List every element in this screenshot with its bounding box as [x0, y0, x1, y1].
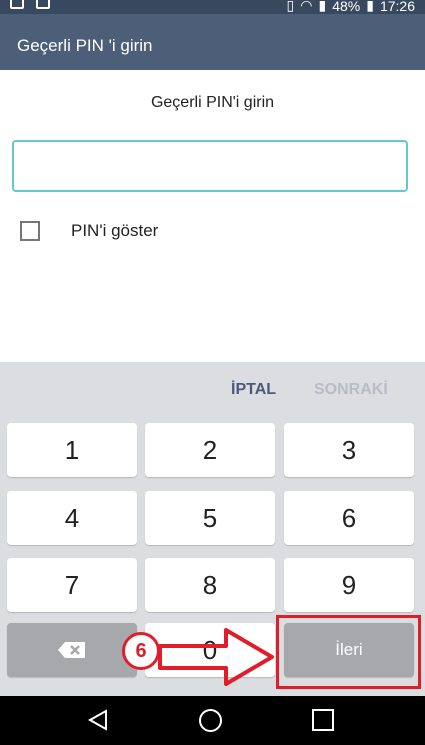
show-pin-option[interactable]: PIN'i göster: [20, 221, 158, 241]
next-button[interactable]: SONRAKİ: [314, 381, 388, 399]
arrow-right-icon: [158, 628, 274, 686]
show-pin-checkbox[interactable]: [20, 221, 40, 241]
backspace-icon: [58, 642, 85, 658]
cancel-button[interactable]: İPTAL: [231, 381, 276, 399]
key-4[interactable]: 4: [7, 491, 137, 545]
app-bar: Geçerli PIN 'i girin: [0, 14, 425, 70]
key-1[interactable]: 1: [7, 423, 137, 477]
status-right: ▯ ◠ ▮ 48% ▮ 17:26: [287, 0, 415, 14]
triangle-back-icon[interactable]: [86, 708, 110, 732]
backspace-key[interactable]: [7, 623, 137, 677]
key-6[interactable]: 6: [284, 491, 414, 545]
wifi-icon: ◠: [300, 0, 313, 13]
status-bar: ▯ ◠ ▮ 48% ▮ 17:26: [0, 0, 425, 14]
square-recent-icon[interactable]: [311, 708, 335, 732]
key-9[interactable]: 9: [284, 558, 414, 612]
signal-icon: ▮: [318, 0, 327, 13]
highlight-box: [276, 615, 421, 689]
show-pin-label: PIN'i göster: [71, 221, 159, 240]
circle-home-icon[interactable]: [198, 708, 223, 733]
key-2[interactable]: 2: [145, 423, 275, 477]
battery-percent: 48%: [332, 0, 361, 14]
key-7[interactable]: 7: [7, 558, 137, 612]
key-3[interactable]: 3: [284, 423, 414, 477]
pin-input-field[interactable]: [12, 140, 408, 192]
keypad-action-bar: İPTAL SONRAKİ: [0, 362, 425, 414]
vibrate-icon: ▯: [286, 0, 295, 13]
page-title: Geçerli PIN 'i girin: [17, 36, 153, 55]
image-icon: [36, 0, 50, 9]
status-left-icons: [10, 0, 50, 9]
screenshot-icon: [10, 0, 24, 9]
pin-prompt: Geçerli PIN'i girin: [150, 94, 275, 111]
pin-entry-panel: Geçerli PIN'i girin PIN'i göster: [0, 70, 425, 362]
step-number-badge: 6: [122, 632, 160, 670]
battery-icon: ▮: [366, 0, 374, 13]
system-nav-bar: [0, 696, 425, 745]
key-5[interactable]: 5: [145, 491, 275, 545]
clock: 17:26: [379, 0, 415, 14]
key-8[interactable]: 8: [145, 558, 275, 612]
